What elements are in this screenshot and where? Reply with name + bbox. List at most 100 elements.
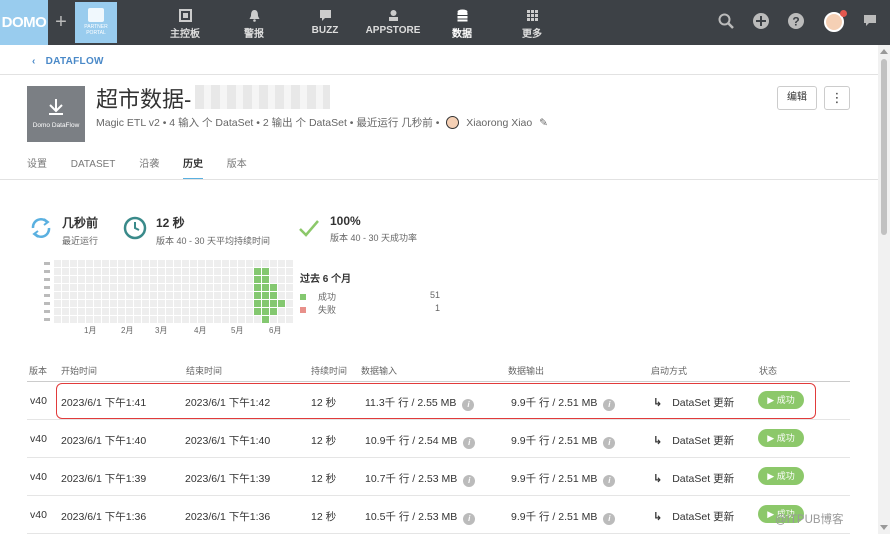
grid-cell	[182, 268, 189, 275]
search-icon[interactable]	[717, 12, 735, 30]
grid-cell	[222, 308, 229, 315]
col-header-end[interactable]: 结束时间	[186, 364, 222, 377]
info-icon[interactable]: i	[463, 513, 476, 525]
checkmark-icon	[299, 220, 319, 237]
trigger-text: DataSet 更新	[672, 473, 735, 485]
grid-cell	[86, 268, 93, 275]
grid-cell	[206, 292, 213, 299]
grid-cell	[270, 300, 277, 307]
grid-cell	[214, 284, 221, 291]
info-icon[interactable]: i	[603, 475, 616, 487]
cell-start: 2023/6/1 下午1:36	[61, 511, 147, 523]
col-header-trigger[interactable]: 启动方式	[651, 364, 687, 377]
grid-cell	[238, 316, 245, 323]
col-header-input[interactable]: 数据输入	[361, 364, 397, 377]
help-icon[interactable]: ?	[787, 12, 805, 30]
breadcrumb[interactable]: ‹ DATAFLOW	[32, 56, 104, 67]
dataflow-thumbnail: Domo DataFlow	[27, 86, 85, 142]
grid-cell	[230, 300, 237, 307]
grid-cell	[126, 268, 133, 275]
stat-label: 最近运行	[62, 236, 99, 246]
tab-versions[interactable]: 版本	[227, 155, 247, 178]
nav-data[interactable]: 数据	[447, 0, 477, 45]
cell-end: 2023/6/1 下午1:39	[185, 473, 271, 485]
add-icon[interactable]: +	[51, 0, 71, 45]
grid-cell	[286, 316, 293, 323]
status-badge[interactable]: ▶ 成功	[758, 429, 804, 447]
col-header-duration[interactable]: 持续时间	[311, 364, 347, 377]
nav-buzz[interactable]: BUZZ	[307, 0, 343, 45]
grid-cell	[286, 300, 293, 307]
scroll-up-arrow[interactable]	[880, 49, 888, 54]
grid-cell	[142, 284, 149, 291]
table-row[interactable]: v40 2023/6/1 下午1:39 2023/6/1 下午1:39 12 秒…	[27, 458, 850, 496]
table-row[interactable]: v40 2023/6/1 下午1:40 2023/6/1 下午1:40 12 秒…	[27, 420, 850, 458]
grid-cell	[54, 260, 61, 267]
svg-text:?: ?	[792, 15, 799, 29]
scroll-down-arrow[interactable]	[880, 525, 888, 530]
grid-cell	[246, 268, 253, 275]
nav-label: 主控板	[170, 29, 200, 40]
tab-history[interactable]: 历史	[182, 155, 203, 180]
grid-cell	[102, 292, 109, 299]
grid-cell	[142, 260, 149, 267]
grid-cell	[262, 292, 269, 299]
grid-cell	[150, 276, 157, 283]
grid-cell	[134, 268, 141, 275]
output-text: 9.9千 行 / 2.51 MB	[511, 473, 598, 485]
grid-cell	[54, 268, 61, 275]
grid-cell	[230, 284, 237, 291]
more-options-button[interactable]: ⋮	[824, 86, 850, 110]
pencil-icon[interactable]: ✎	[539, 117, 548, 129]
grid-cell	[262, 284, 269, 291]
grid-cell	[62, 260, 69, 267]
grid-cell	[222, 284, 229, 291]
thumbnail-label: Domo DataFlow	[32, 122, 80, 129]
tab-lineage[interactable]: 沿袭	[139, 155, 159, 178]
col-header-start[interactable]: 开始时间	[61, 364, 97, 377]
tab-dataset[interactable]: DATASET	[71, 159, 116, 178]
col-header-output[interactable]: 数据输出	[508, 364, 544, 377]
grid-cell	[198, 316, 205, 323]
grid-cell	[206, 276, 213, 283]
nav-dashboard[interactable]: 主控板	[165, 0, 205, 45]
edit-button[interactable]: 编辑	[777, 86, 817, 110]
grid-cell	[286, 292, 293, 299]
col-header-version[interactable]: 版本	[29, 364, 47, 377]
table-row[interactable]: v40 2023/6/1 下午1:36 2023/6/1 下午1:36 12 秒…	[27, 496, 850, 534]
grid-cell	[214, 316, 221, 323]
grid-cell	[190, 268, 197, 275]
grid-cell	[246, 276, 253, 283]
partner-portal-button[interactable]: PARTNER PORTAL	[75, 2, 117, 43]
scroll-thumb[interactable]	[881, 59, 887, 235]
status-badge[interactable]: ▶ 成功	[758, 467, 804, 485]
cell-output: 9.9千 行 / 2.51 MB i	[511, 509, 616, 525]
info-icon[interactable]: i	[463, 475, 476, 487]
grid-cell	[78, 300, 85, 307]
chat-icon[interactable]	[862, 12, 880, 30]
owner-name[interactable]: Xiaorong Xiao	[466, 117, 532, 129]
grid-cell	[142, 316, 149, 323]
col-header-status[interactable]: 状态	[759, 364, 777, 377]
grid-cell	[110, 260, 117, 267]
grid-cell	[238, 284, 245, 291]
tab-bar: 设置 DATASET 沿袭 历史 版本	[27, 155, 268, 180]
nav-appstore[interactable]: APPSTORE	[364, 0, 422, 45]
nav-more[interactable]: 更多	[517, 0, 547, 45]
scrollbar[interactable]	[878, 45, 890, 534]
grid-cell	[230, 292, 237, 299]
plus-circle-icon[interactable]	[752, 12, 770, 30]
info-icon[interactable]: i	[603, 437, 616, 449]
return-arrow-icon: ↳	[653, 511, 663, 523]
grid-cell	[150, 268, 157, 275]
tab-settings[interactable]: 设置	[27, 155, 47, 178]
domo-logo[interactable]: DOMO	[0, 0, 48, 45]
grid-cell	[86, 308, 93, 315]
grid-cell	[286, 268, 293, 275]
nav-alerts[interactable]: 警报	[236, 0, 272, 45]
info-icon[interactable]: i	[603, 513, 616, 525]
info-icon[interactable]: i	[463, 437, 476, 449]
grid-cell	[54, 300, 61, 307]
cell-trigger: ↳ DataSet 更新	[653, 471, 734, 486]
grid-cell	[142, 268, 149, 275]
